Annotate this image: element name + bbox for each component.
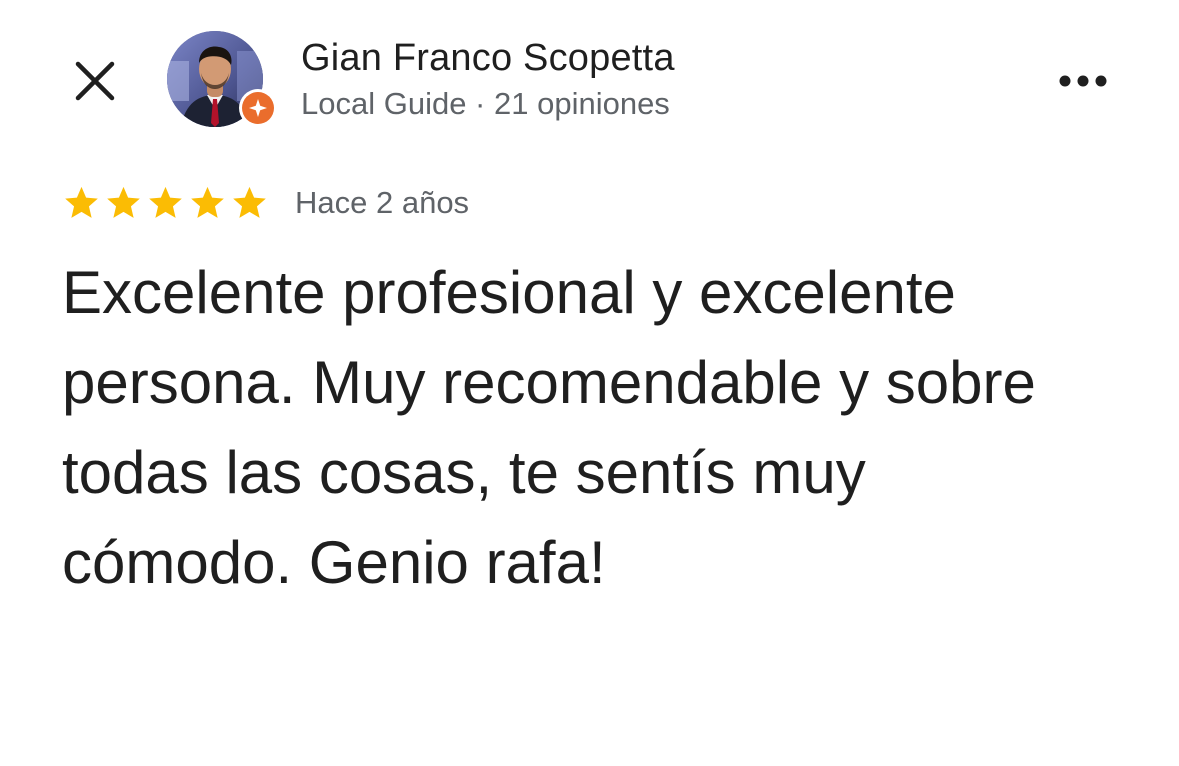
review-card: Gian Franco Scopetta Local Guide · 21 op… bbox=[0, 0, 1179, 766]
star-rating bbox=[62, 184, 269, 222]
star-icon bbox=[233, 186, 266, 218]
local-guide-star-icon bbox=[249, 99, 267, 117]
author-avatar-group[interactable] bbox=[167, 31, 279, 131]
more-horizontal-icon bbox=[1059, 75, 1107, 87]
star-icon bbox=[65, 186, 98, 218]
close-icon bbox=[75, 61, 115, 101]
author-meta[interactable]: Local Guide · 21 opiniones bbox=[301, 84, 670, 124]
star-icon bbox=[149, 186, 182, 218]
review-text: Excelente profesional y excelente person… bbox=[62, 259, 1036, 596]
close-button[interactable] bbox=[66, 52, 124, 110]
local-guide-badge bbox=[239, 89, 277, 127]
author-name[interactable]: Gian Franco Scopetta bbox=[301, 35, 675, 81]
star-icon bbox=[191, 186, 224, 218]
more-options-button[interactable] bbox=[1050, 58, 1116, 104]
star-icon bbox=[107, 186, 140, 218]
review-date: Hace 2 años bbox=[295, 185, 470, 220]
